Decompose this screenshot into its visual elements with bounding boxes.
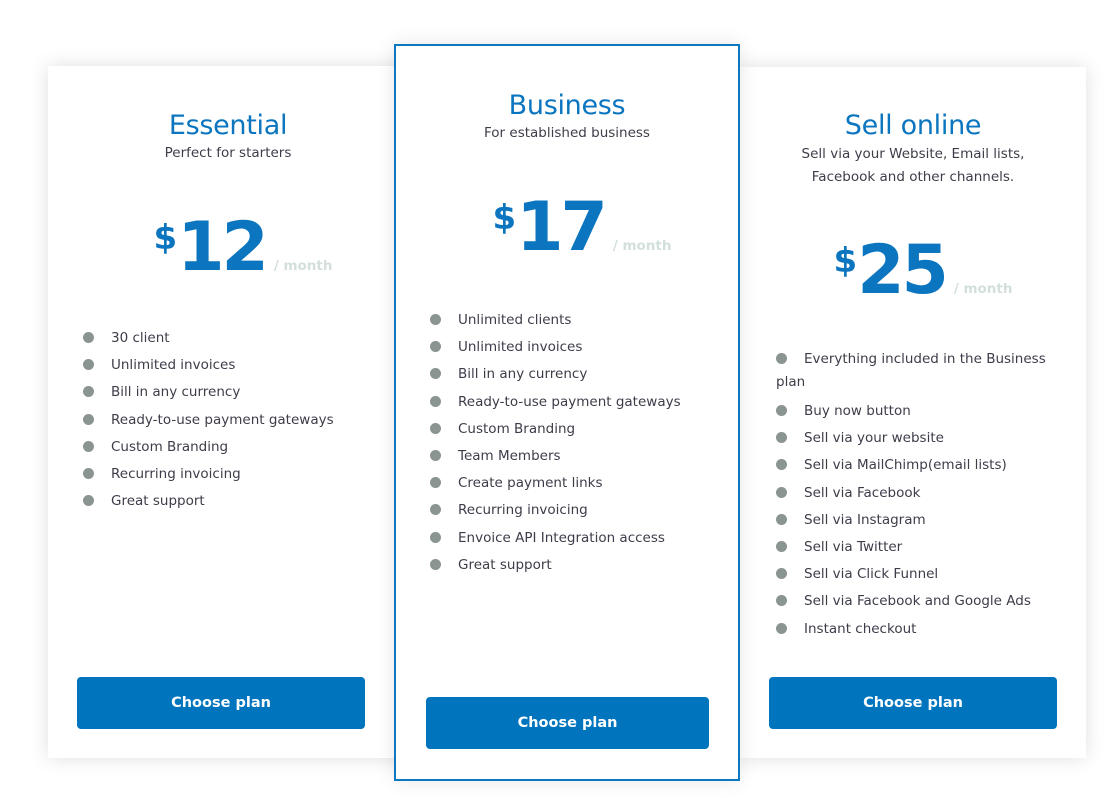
feature-item: Sell via Twitter xyxy=(776,534,1048,561)
bullet-icon xyxy=(83,413,94,425)
currency-symbol: $ xyxy=(833,241,858,281)
bullet-icon xyxy=(776,432,787,444)
feature-item: Unlimited clients xyxy=(430,307,730,334)
price-amount: 12 xyxy=(177,208,269,287)
plan-subtitle: For established business xyxy=(484,125,650,141)
plan-title: Business xyxy=(508,90,626,121)
plan-subtitle: Sell via your Website, Email lists, Face… xyxy=(801,146,1025,185)
feature-item: Instant checkout xyxy=(776,616,1048,643)
bullet-icon xyxy=(776,541,787,553)
bullet-icon xyxy=(776,353,787,364)
choose-plan-button-business[interactable]: Choose plan xyxy=(426,697,709,749)
feature-list: Unlimited clients Unlimited invoices Bil… xyxy=(430,307,730,579)
feature-item: Bill in any currency xyxy=(83,379,383,406)
bullet-icon xyxy=(83,468,94,480)
feature-item: 30 client xyxy=(83,325,383,352)
feature-item: Recurring invoicing xyxy=(430,497,730,524)
plan-price: $17/ month xyxy=(396,194,738,262)
price-amount: 25 xyxy=(857,231,949,310)
feature-list: Everything included in the Business plan… xyxy=(776,348,1048,643)
bullet-icon xyxy=(430,341,441,353)
bullet-icon xyxy=(776,595,787,607)
bullet-icon xyxy=(430,477,441,489)
feature-item: Sell via MailChimp(email lists) xyxy=(776,452,1048,479)
bullet-icon xyxy=(430,314,441,325)
plan-card-sell-online: Sell online Sell via your Website, Email… xyxy=(740,67,1086,758)
bullet-icon xyxy=(83,386,94,398)
feature-item: Envoice API Integration access xyxy=(430,525,730,552)
bullet-icon xyxy=(430,531,441,543)
plan-title: Sell online xyxy=(844,110,982,141)
price-period: / month xyxy=(953,281,1013,297)
bullet-icon xyxy=(776,513,787,525)
bullet-icon xyxy=(83,359,94,371)
feature-item: Buy now button xyxy=(776,398,1048,425)
bullet-icon xyxy=(776,459,787,471)
bullet-icon xyxy=(430,450,441,462)
feature-item: Great support xyxy=(430,552,730,579)
bullet-icon xyxy=(430,368,441,380)
plan-price: $12/ month xyxy=(48,214,408,282)
price-amount: 17 xyxy=(516,188,608,267)
plan-price: $25/ month xyxy=(740,237,1086,305)
feature-item: Sell via your website xyxy=(776,425,1048,452)
plan-subtitle: Perfect for starters xyxy=(164,145,292,161)
bullet-icon xyxy=(776,622,787,634)
feature-item: Custom Branding xyxy=(430,416,730,443)
bullet-icon xyxy=(776,568,787,580)
feature-item: Custom Branding xyxy=(83,434,383,461)
bullet-icon xyxy=(430,558,441,570)
feature-item: Ready-to-use payment gateways xyxy=(83,407,383,434)
bullet-icon xyxy=(83,440,94,452)
bullet-icon xyxy=(430,422,441,434)
feature-item: Sell via Instagram xyxy=(776,507,1048,534)
price-period: / month xyxy=(273,258,333,274)
feature-item: Sell via Facebook xyxy=(776,480,1048,507)
bullet-icon xyxy=(776,405,787,416)
feature-item: Team Members xyxy=(430,443,730,470)
bullet-icon xyxy=(83,332,94,343)
bullet-icon xyxy=(430,395,441,407)
choose-plan-button-sell-online[interactable]: Choose plan xyxy=(769,677,1057,729)
feature-item: Bill in any currency xyxy=(430,361,730,388)
bullet-icon xyxy=(83,495,94,507)
feature-item: Create payment links xyxy=(430,470,730,497)
feature-item: Unlimited invoices xyxy=(83,352,383,379)
feature-item: Recurring invoicing xyxy=(83,461,383,488)
choose-plan-button-essential[interactable]: Choose plan xyxy=(77,677,365,729)
price-period: / month xyxy=(612,238,672,254)
feature-list: 30 client Unlimited invoices Bill in any… xyxy=(83,325,383,515)
feature-item: Great support xyxy=(83,488,383,515)
feature-item: Everything included in the Business plan xyxy=(776,351,1046,390)
plan-title: Essential xyxy=(168,110,288,141)
feature-item: Sell via Facebook and Google Ads xyxy=(776,588,1048,615)
bullet-icon xyxy=(430,504,441,516)
plan-card-business: Business For established business $17/ m… xyxy=(394,44,740,781)
bullet-icon xyxy=(776,486,787,498)
plan-card-essential: Essential Perfect for starters $12/ mont… xyxy=(48,66,408,758)
feature-item: Sell via Click Funnel xyxy=(776,561,1048,588)
feature-item: Unlimited invoices xyxy=(430,334,730,361)
currency-symbol: $ xyxy=(153,218,178,258)
currency-symbol: $ xyxy=(492,198,517,238)
feature-item: Ready-to-use payment gateways xyxy=(430,389,730,416)
